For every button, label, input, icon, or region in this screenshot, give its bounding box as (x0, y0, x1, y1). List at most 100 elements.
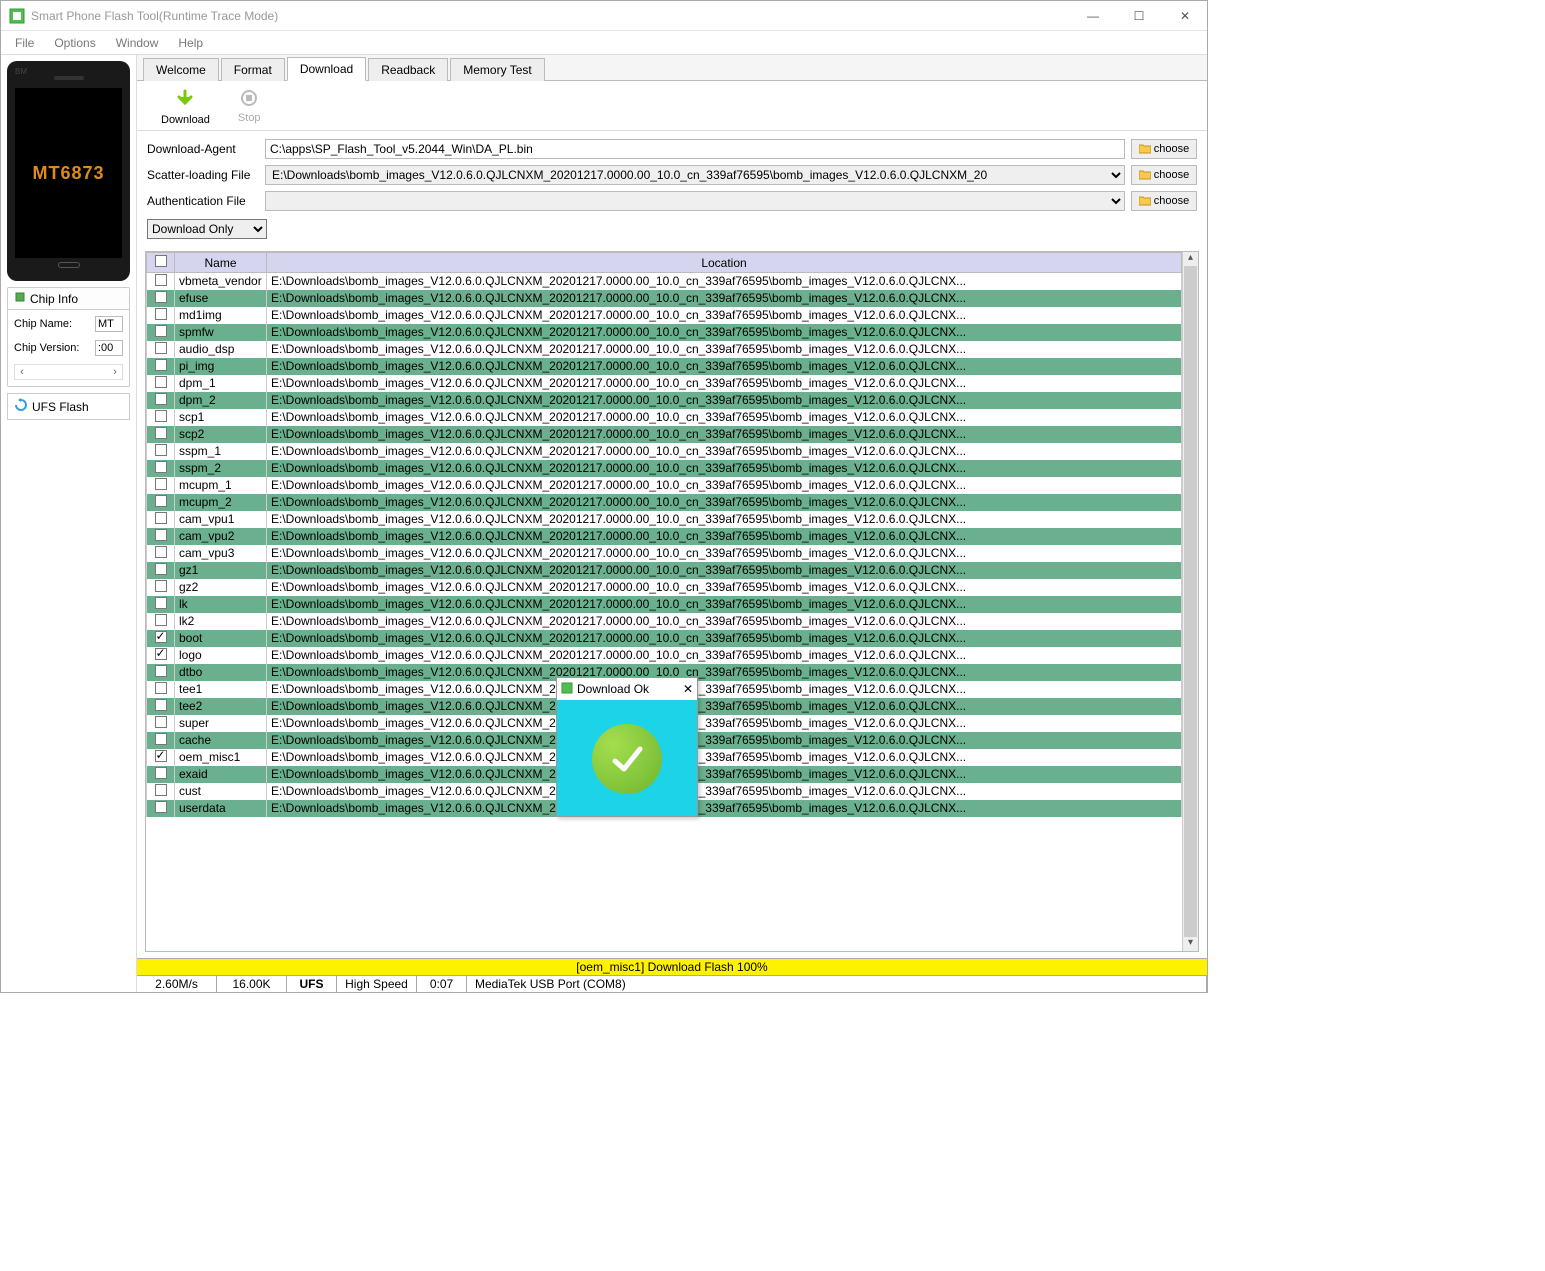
row-check[interactable] (147, 494, 175, 511)
table-row[interactable]: cam_vpu1E:\Downloads\bomb_images_V12.0.6… (147, 511, 1182, 528)
da-field[interactable] (265, 139, 1125, 159)
table-row[interactable]: efuseE:\Downloads\bomb_images_V12.0.6.0.… (147, 290, 1182, 307)
table-row[interactable]: dpm_1E:\Downloads\bomb_images_V12.0.6.0.… (147, 375, 1182, 392)
row-check[interactable] (147, 290, 175, 307)
titlebar: Smart Phone Flash Tool(Runtime Trace Mod… (1, 1, 1207, 31)
row-check[interactable] (147, 630, 175, 647)
menu-help[interactable]: Help (170, 34, 211, 52)
minimize-button[interactable]: — (1079, 6, 1107, 26)
row-check[interactable] (147, 409, 175, 426)
row-location: E:\Downloads\bomb_images_V12.0.6.0.QJLCN… (267, 511, 1182, 528)
header-name[interactable]: Name (175, 253, 267, 273)
da-choose-button[interactable]: choose (1131, 139, 1197, 159)
row-check[interactable] (147, 477, 175, 494)
checkbox-icon (155, 580, 167, 592)
checkbox-icon (155, 410, 167, 422)
row-check[interactable] (147, 307, 175, 324)
scroll-thumb[interactable] (1184, 266, 1197, 937)
table-row[interactable]: audio_dspE:\Downloads\bomb_images_V12.0.… (147, 341, 1182, 358)
row-check[interactable] (147, 783, 175, 800)
scatter-label: Scatter-loading File (147, 168, 259, 182)
header-check[interactable] (147, 253, 175, 273)
table-row[interactable]: spmfwE:\Downloads\bomb_images_V12.0.6.0.… (147, 324, 1182, 341)
menu-window[interactable]: Window (108, 34, 167, 52)
row-check[interactable] (147, 681, 175, 698)
chip-name-field[interactable] (95, 316, 123, 332)
auth-choose-button[interactable]: choose (1131, 191, 1197, 211)
download-mode-select[interactable]: Download Only (147, 219, 267, 239)
row-check[interactable] (147, 732, 175, 749)
scatter-field[interactable]: E:\Downloads\bomb_images_V12.0.6.0.QJLCN… (265, 165, 1125, 185)
table-row[interactable]: gz2E:\Downloads\bomb_images_V12.0.6.0.QJ… (147, 579, 1182, 596)
row-check[interactable] (147, 528, 175, 545)
row-check[interactable] (147, 613, 175, 630)
chip-version-field[interactable] (95, 340, 123, 356)
row-check[interactable] (147, 596, 175, 613)
row-check[interactable] (147, 460, 175, 477)
auth-field[interactable] (265, 191, 1125, 211)
table-row[interactable]: scp1E:\Downloads\bomb_images_V12.0.6.0.Q… (147, 409, 1182, 426)
row-check[interactable] (147, 579, 175, 596)
table-row[interactable]: lk2E:\Downloads\bomb_images_V12.0.6.0.QJ… (147, 613, 1182, 630)
row-check[interactable] (147, 358, 175, 375)
row-check[interactable] (147, 375, 175, 392)
table-row[interactable]: gz1E:\Downloads\bomb_images_V12.0.6.0.QJ… (147, 562, 1182, 579)
row-check[interactable] (147, 766, 175, 783)
row-name: spmfw (175, 324, 267, 341)
checkbox-icon (155, 699, 167, 711)
table-row[interactable]: dpm_2E:\Downloads\bomb_images_V12.0.6.0.… (147, 392, 1182, 409)
tab-welcome[interactable]: Welcome (143, 58, 219, 81)
table-row[interactable]: mcupm_1E:\Downloads\bomb_images_V12.0.6.… (147, 477, 1182, 494)
row-check[interactable] (147, 562, 175, 579)
table-scrollbar[interactable]: ▴ ▾ (1182, 252, 1198, 951)
ufs-flash-label: UFS Flash (32, 400, 89, 414)
row-check[interactable] (147, 664, 175, 681)
sidebar: BM MT6873 Chip Info Chip Name: (1, 55, 136, 992)
table-row[interactable]: sspm_2E:\Downloads\bomb_images_V12.0.6.0… (147, 460, 1182, 477)
download-button[interactable]: Download (161, 89, 210, 126)
dialog-close-button[interactable]: ✕ (683, 682, 693, 696)
table-row[interactable]: sspm_1E:\Downloads\bomb_images_V12.0.6.0… (147, 443, 1182, 460)
row-check[interactable] (147, 545, 175, 562)
row-check[interactable] (147, 749, 175, 766)
row-location: E:\Downloads\bomb_images_V12.0.6.0.QJLCN… (267, 596, 1182, 613)
header-location[interactable]: Location (267, 253, 1182, 273)
menu-options[interactable]: Options (46, 34, 103, 52)
row-check[interactable] (147, 800, 175, 817)
tab-memory-test[interactable]: Memory Test (450, 58, 544, 81)
ufs-flash-button[interactable]: UFS Flash (7, 393, 130, 420)
table-row[interactable]: pi_imgE:\Downloads\bomb_images_V12.0.6.0… (147, 358, 1182, 375)
table-row[interactable]: cam_vpu2E:\Downloads\bomb_images_V12.0.6… (147, 528, 1182, 545)
row-check[interactable] (147, 647, 175, 664)
row-check[interactable] (147, 324, 175, 341)
row-check[interactable] (147, 511, 175, 528)
tab-format[interactable]: Format (221, 58, 285, 81)
row-check[interactable] (147, 715, 175, 732)
stop-button[interactable]: Stop (238, 89, 261, 126)
table-row[interactable]: md1imgE:\Downloads\bomb_images_V12.0.6.0… (147, 307, 1182, 324)
row-check[interactable] (147, 443, 175, 460)
checkbox-icon (155, 393, 167, 405)
row-check[interactable] (147, 341, 175, 358)
table-row[interactable]: logoE:\Downloads\bomb_images_V12.0.6.0.Q… (147, 647, 1182, 664)
row-check[interactable] (147, 273, 175, 290)
checkbox-icon (155, 308, 167, 320)
close-button[interactable]: ✕ (1171, 6, 1199, 26)
tab-download[interactable]: Download (287, 57, 366, 81)
table-row[interactable]: bootE:\Downloads\bomb_images_V12.0.6.0.Q… (147, 630, 1182, 647)
table-row[interactable]: lkE:\Downloads\bomb_images_V12.0.6.0.QJL… (147, 596, 1182, 613)
tab-readback[interactable]: Readback (368, 58, 448, 81)
row-location: E:\Downloads\bomb_images_V12.0.6.0.QJLCN… (267, 545, 1182, 562)
chip-scroll[interactable]: ‹› (14, 364, 123, 380)
scatter-choose-button[interactable]: choose (1131, 165, 1197, 185)
menu-file[interactable]: File (7, 34, 42, 52)
row-check[interactable] (147, 698, 175, 715)
row-check[interactable] (147, 426, 175, 443)
maximize-button[interactable]: ☐ (1125, 6, 1153, 26)
table-row[interactable]: mcupm_2E:\Downloads\bomb_images_V12.0.6.… (147, 494, 1182, 511)
row-check[interactable] (147, 392, 175, 409)
row-location: E:\Downloads\bomb_images_V12.0.6.0.QJLCN… (267, 273, 1182, 290)
table-row[interactable]: cam_vpu3E:\Downloads\bomb_images_V12.0.6… (147, 545, 1182, 562)
table-row[interactable]: vbmeta_vendorE:\Downloads\bomb_images_V1… (147, 273, 1182, 290)
table-row[interactable]: scp2E:\Downloads\bomb_images_V12.0.6.0.Q… (147, 426, 1182, 443)
